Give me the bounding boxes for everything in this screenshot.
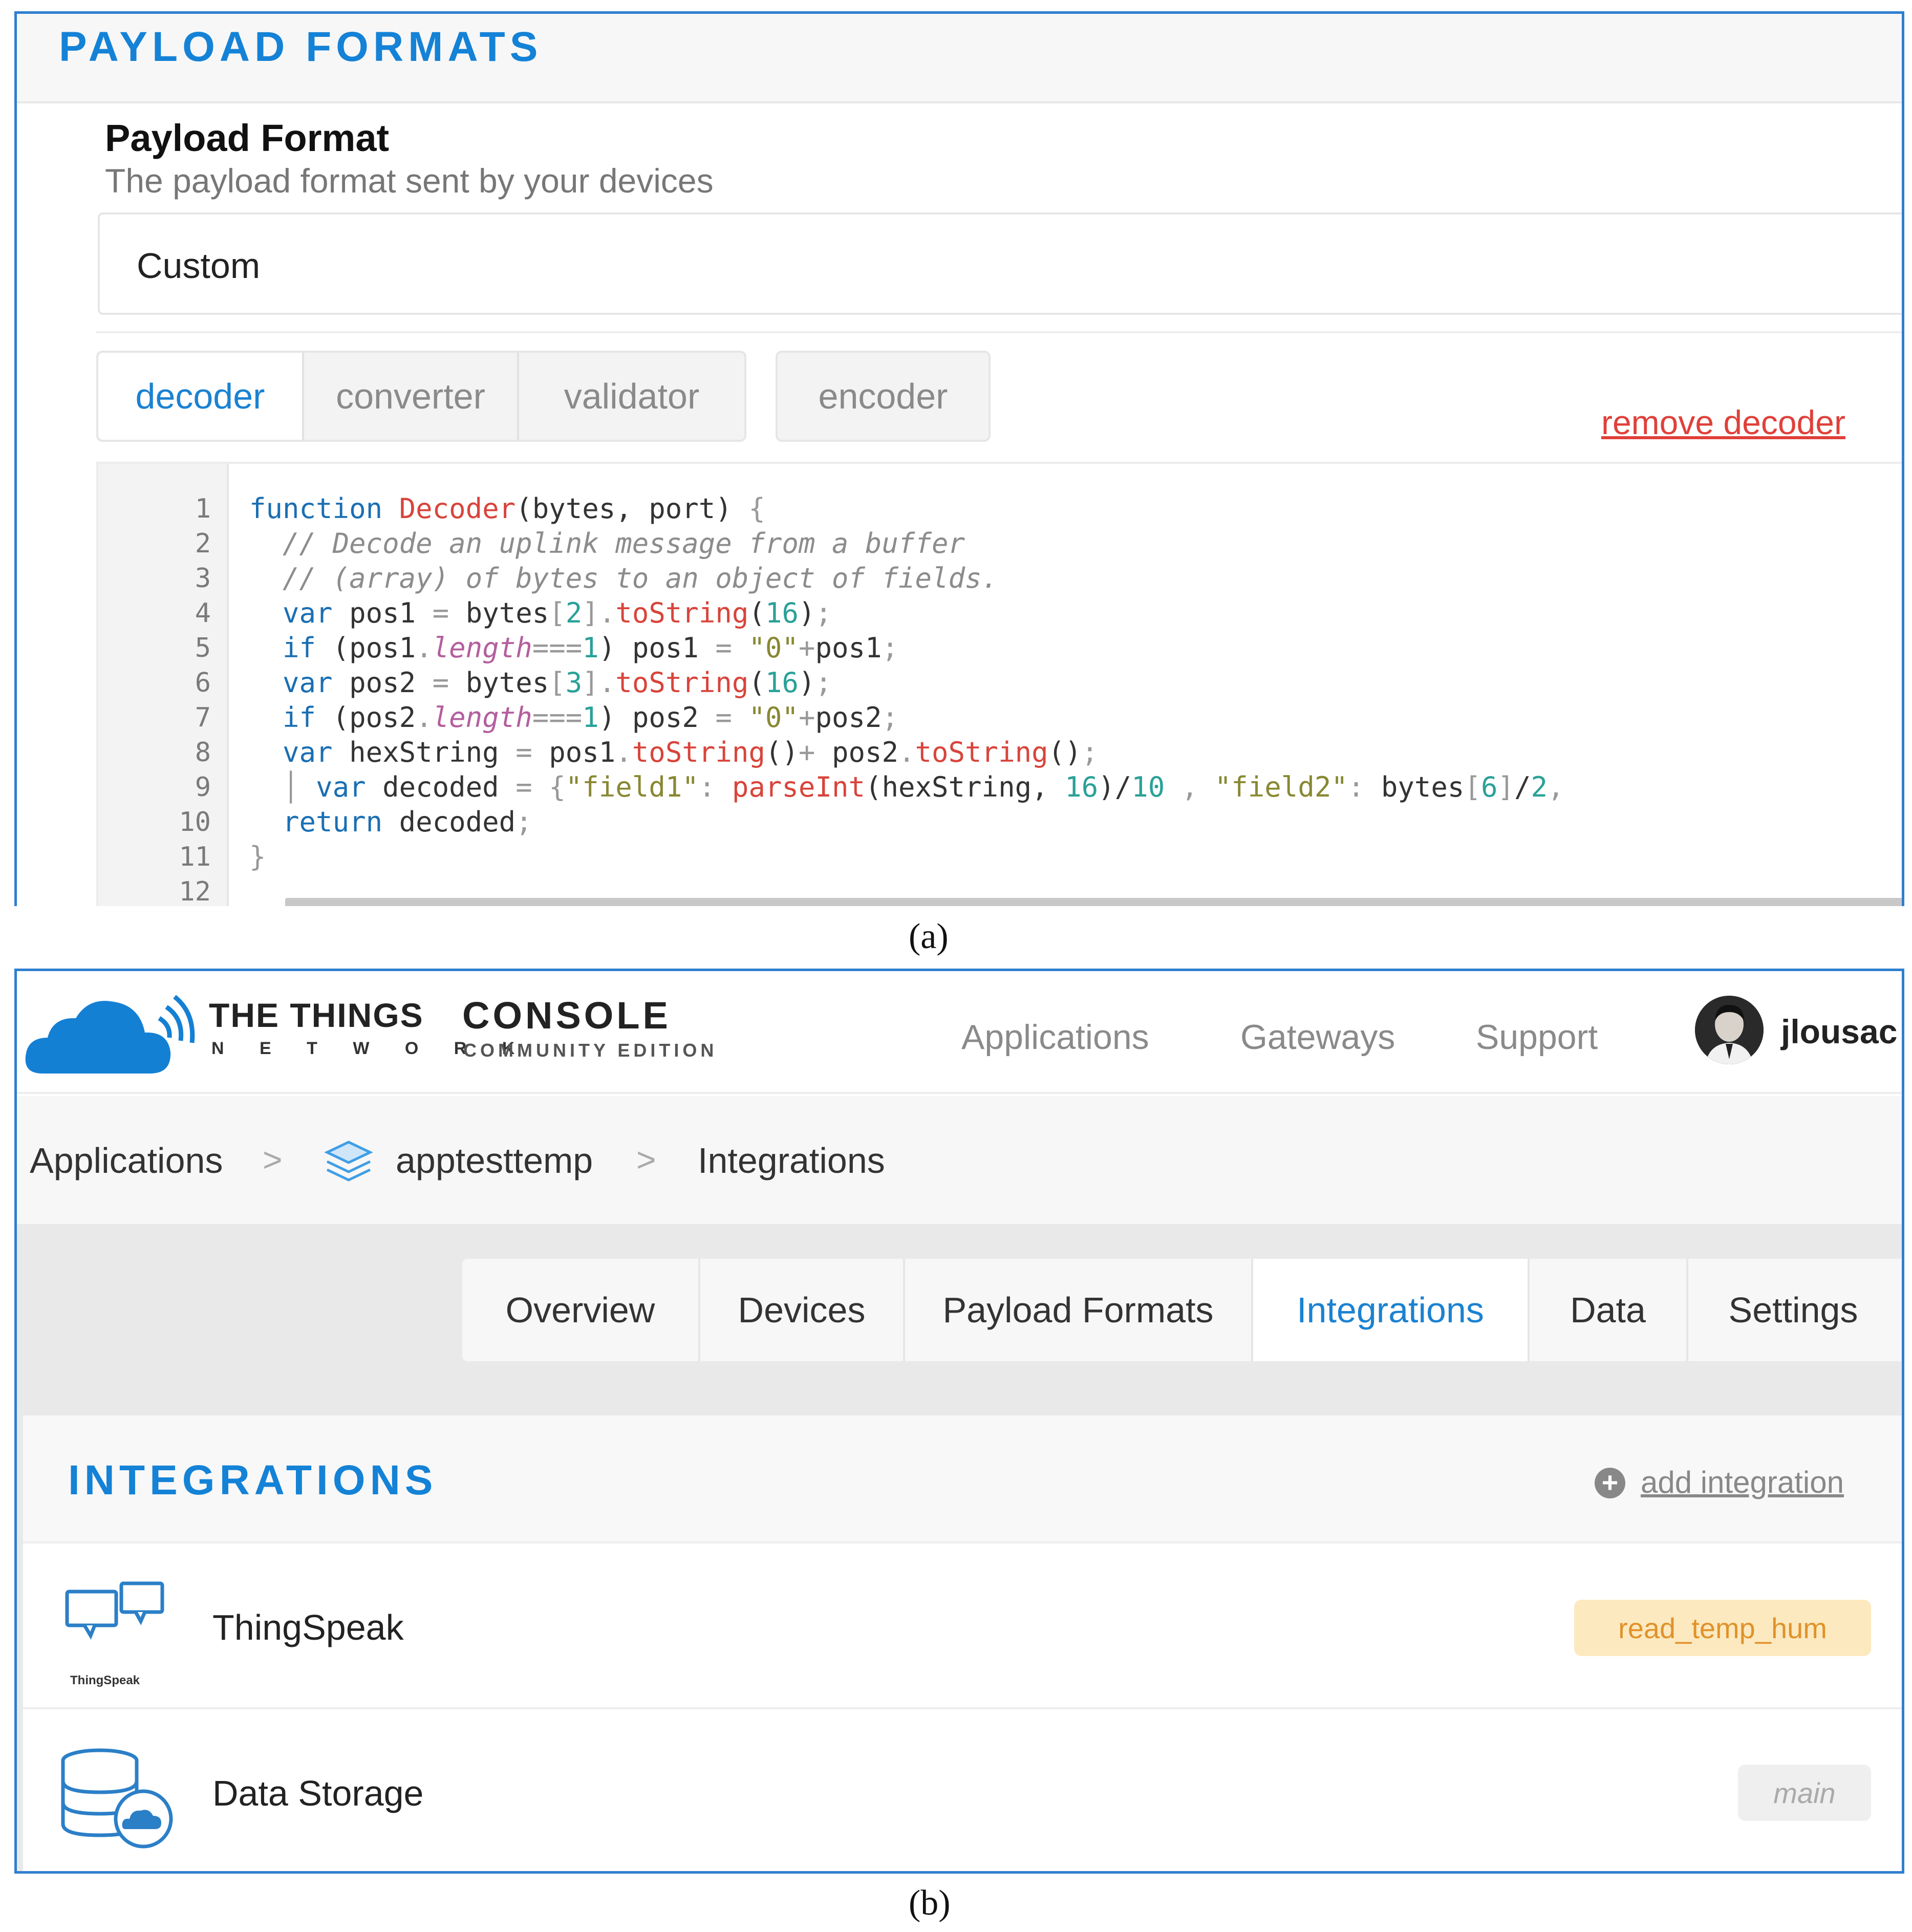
breadcrumb-integrations: Integrations bbox=[698, 1141, 885, 1180]
caption-b: (b) bbox=[909, 1883, 951, 1923]
code-line: // Decode an uplink message from a buffe… bbox=[283, 527, 965, 560]
line-number: 2 bbox=[195, 528, 211, 559]
tab-encoder[interactable]: encoder bbox=[778, 353, 989, 440]
payload-format-label: Payload Format bbox=[105, 117, 390, 159]
function-tabs: decoder converter validator bbox=[96, 351, 746, 442]
remove-decoder-link[interactable]: remove decoder bbox=[1601, 403, 1845, 442]
payload-formats-panel: PAYLOAD FORMATS Payload Format The paylo… bbox=[14, 11, 1904, 906]
caption-a: (a) bbox=[909, 917, 949, 956]
breadcrumb-application[interactable]: apptesttemp bbox=[396, 1140, 593, 1181]
line-number: 10 bbox=[179, 807, 211, 838]
payload-format-select[interactable]: Custom bbox=[98, 212, 1902, 315]
ttn-brand-name: THE THINGS bbox=[209, 996, 424, 1034]
list-item[interactable]: Data Storage main bbox=[23, 1711, 1902, 1871]
code-line: if (pos2.length===1) pos2 = "0"+pos2; bbox=[283, 701, 899, 734]
tab-overview[interactable]: Overview bbox=[462, 1259, 700, 1361]
breadcrumb: Applications > apptesttemp > Integration… bbox=[17, 1096, 1902, 1224]
line-number: 6 bbox=[195, 668, 211, 698]
divider bbox=[96, 331, 1902, 333]
integration-badge: main bbox=[1738, 1765, 1871, 1821]
line-number: 12 bbox=[179, 876, 211, 906]
username[interactable]: jlousac bbox=[1781, 1012, 1897, 1051]
avatar-portrait-icon bbox=[1695, 996, 1764, 1064]
nav-gateways[interactable]: Gateways bbox=[1240, 1017, 1395, 1057]
user-avatar[interactable] bbox=[1695, 996, 1764, 1064]
payload-formats-header: PAYLOAD FORMATS bbox=[17, 14, 1902, 103]
code-line: var hexString = pos1.toString()+ pos2.to… bbox=[283, 736, 1099, 768]
line-number: 9 bbox=[195, 772, 211, 803]
integration-name: ThingSpeak bbox=[212, 1607, 404, 1647]
line-number: 7 bbox=[195, 702, 211, 733]
code-line: function Decoder(bytes, port) { bbox=[249, 492, 765, 525]
console-title: CONSOLE bbox=[462, 994, 671, 1037]
nav-applications[interactable]: Applications bbox=[961, 1017, 1149, 1057]
nav-support[interactable]: Support bbox=[1476, 1017, 1598, 1057]
plus-circle-icon[interactable]: + bbox=[1595, 1468, 1625, 1498]
top-nav-bar: THE THINGS N E T W O R K CONSOLE COMMUNI… bbox=[17, 971, 1902, 1094]
thingspeak-logo-text: ThingSpeak bbox=[70, 1673, 140, 1687]
thingspeak-logo-icon bbox=[65, 1581, 164, 1640]
breadcrumb-applications[interactable]: Applications bbox=[30, 1140, 223, 1181]
line-number: 8 bbox=[195, 737, 211, 768]
integrations-title: INTEGRATIONS bbox=[68, 1457, 438, 1504]
code-line: } bbox=[249, 841, 266, 873]
integrations-card: INTEGRATIONS + add integration ThingSpea… bbox=[23, 1415, 1902, 1871]
line-number: 5 bbox=[195, 633, 211, 663]
line-number: 1 bbox=[195, 493, 211, 524]
ttn-cloud-logo-icon bbox=[25, 995, 195, 1074]
application-tabs: Overview Devices Payload Formats Integra… bbox=[462, 1259, 1902, 1361]
tab-converter[interactable]: converter bbox=[304, 353, 519, 440]
horizontal-scrollbar[interactable] bbox=[285, 898, 1902, 906]
encoder-tab-group: encoder bbox=[776, 351, 991, 442]
code-line: return decoded; bbox=[283, 806, 532, 838]
code-line: var pos2 = bytes[3].toString(16); bbox=[283, 667, 832, 699]
code-line: // (array) of bytes to an object of fiel… bbox=[283, 562, 998, 594]
database-cloud-icon bbox=[61, 1748, 173, 1849]
tab-integrations[interactable]: Integrations bbox=[1253, 1259, 1530, 1361]
add-integration-link[interactable]: add integration bbox=[1641, 1465, 1844, 1500]
code-line: │ var decoded = {"field1": parseInt(hexS… bbox=[283, 771, 1564, 803]
console-edition: COMMUNITY EDITION bbox=[463, 1040, 718, 1061]
tab-payload-formats[interactable]: Payload Formats bbox=[905, 1259, 1253, 1361]
breadcrumb-separator-icon: > bbox=[636, 1141, 656, 1178]
integration-name: Data Storage bbox=[212, 1773, 424, 1813]
payload-format-value: Custom bbox=[137, 246, 261, 286]
line-number: 4 bbox=[195, 598, 211, 629]
code-editor[interactable]: 1 2 3 4 5 6 7 8 9 10 11 12 function Deco… bbox=[96, 462, 1902, 906]
tab-settings[interactable]: Settings bbox=[1688, 1259, 1898, 1361]
code-line: if (pos1.length===1) pos1 = "0"+pos1; bbox=[283, 632, 899, 664]
application-stack-icon bbox=[324, 1141, 373, 1182]
line-number: 11 bbox=[179, 842, 211, 872]
tab-devices[interactable]: Devices bbox=[700, 1259, 905, 1361]
payload-format-description: The payload format sent by your devices bbox=[105, 162, 714, 200]
line-number: 3 bbox=[195, 563, 211, 594]
list-item[interactable]: ThingSpeak ThingSpeak read_temp_hum bbox=[23, 1545, 1902, 1709]
tab-decoder[interactable]: decoder bbox=[98, 353, 304, 440]
breadcrumb-separator-icon: > bbox=[263, 1141, 283, 1178]
tab-validator[interactable]: validator bbox=[519, 353, 744, 440]
integrations-header: INTEGRATIONS + add integration bbox=[23, 1415, 1902, 1543]
integration-badge: read_temp_hum bbox=[1574, 1600, 1871, 1656]
ttn-console-panel: THE THINGS N E T W O R K CONSOLE COMMUNI… bbox=[14, 969, 1904, 1874]
line-number-gutter: 1 2 3 4 5 6 7 8 9 10 11 12 bbox=[98, 464, 229, 906]
tab-data[interactable]: Data bbox=[1530, 1259, 1688, 1361]
payload-formats-title: PAYLOAD FORMATS bbox=[59, 24, 543, 70]
code-line: var pos1 = bytes[2].toString(16); bbox=[283, 597, 832, 629]
